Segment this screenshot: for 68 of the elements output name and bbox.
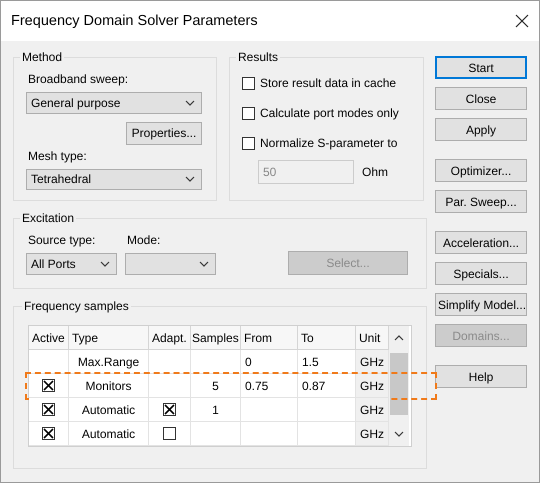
column-header[interactable]: To [298,326,356,350]
dialog-button[interactable]: Simplify Model... [435,293,527,316]
group-title: Method [21,50,64,64]
table-cell: GHz [356,398,389,422]
checkbox[interactable] [242,136,255,150]
table-cell: 1 [191,398,241,422]
group-title: Results [237,50,280,64]
scrollbar[interactable] [389,326,409,446]
dialog-button[interactable]: Par. Sweep... [435,190,527,213]
table-cell: 5 [191,374,241,398]
dialog-button[interactable]: Apply [435,118,527,141]
properties-button[interactable]: Properties... [126,122,202,144]
field-label: Broadband sweep: [28,72,130,86]
checkbox[interactable] [242,106,255,120]
column-header[interactable]: Unit [356,326,389,350]
column-header[interactable]: From [241,326,298,350]
table-cell: GHz [356,422,389,446]
table-cell: 0.87 [298,374,356,398]
chevron-icon [185,100,195,106]
table-cell: GHz [356,374,389,398]
table-cell: 1.5 [298,350,356,374]
table-cell [241,398,298,422]
checkbox-label: Calculate port modes only [260,106,399,120]
table-cell [298,398,356,422]
table-cell [191,350,241,374]
chevron-icon [199,261,209,267]
checkbox[interactable] [163,427,176,440]
scroll-down-icon[interactable] [394,431,404,437]
checkbox[interactable] [42,403,55,416]
scrollbar-thumb[interactable] [390,353,408,415]
chevron-icon [185,176,195,182]
checkbox[interactable] [42,427,55,440]
column-header[interactable]: Active [29,326,69,350]
dropdown[interactable]: All Ports [26,253,117,275]
table-cell: Automatic [69,398,149,422]
column-header[interactable]: Adapt. [149,326,191,350]
checkbox[interactable] [242,76,255,90]
scroll-up-icon[interactable] [394,335,404,341]
table-cell: Monitors [69,374,149,398]
table-cell: GHz [356,350,389,374]
unit-label: Ohm [362,165,388,179]
chevron-icon [100,261,110,267]
dropdown[interactable]: Tetrahedral [26,168,202,190]
close-icon[interactable] [515,14,529,28]
column-header[interactable]: Type [69,326,149,350]
dialog-button[interactable]: Acceleration... [435,231,527,254]
table-cell: 0.75 [241,374,298,398]
checkbox[interactable] [163,403,176,416]
group-title: Excitation [21,211,76,225]
field-label: Source type: [28,233,96,247]
table-cell: 0 [241,350,298,374]
table-cell: Automatic [69,422,149,446]
dropdown[interactable]: General purpose [26,92,202,114]
field-label: Mode: [127,233,162,247]
checkbox-label: Normalize S-parameter to [260,136,398,150]
window-title: Frequency Domain Solver Parameters [11,13,258,29]
table-cell: Max.Range [69,350,149,374]
dialog-button[interactable]: Specials... [435,262,527,285]
dialog-button[interactable]: Close [435,87,527,110]
dialog-button[interactable]: Start [435,56,527,79]
table-cell [149,350,191,374]
group-title: Frequency samples [23,299,130,313]
dialog-button[interactable]: Optimizer... [435,159,527,182]
column-header[interactable]: Samples [191,326,241,350]
checkbox-label: Store result data in cache [260,76,396,90]
dialog-button[interactable]: Help [435,365,527,388]
checkbox[interactable] [42,379,55,392]
field-label: Mesh type: [28,148,88,162]
